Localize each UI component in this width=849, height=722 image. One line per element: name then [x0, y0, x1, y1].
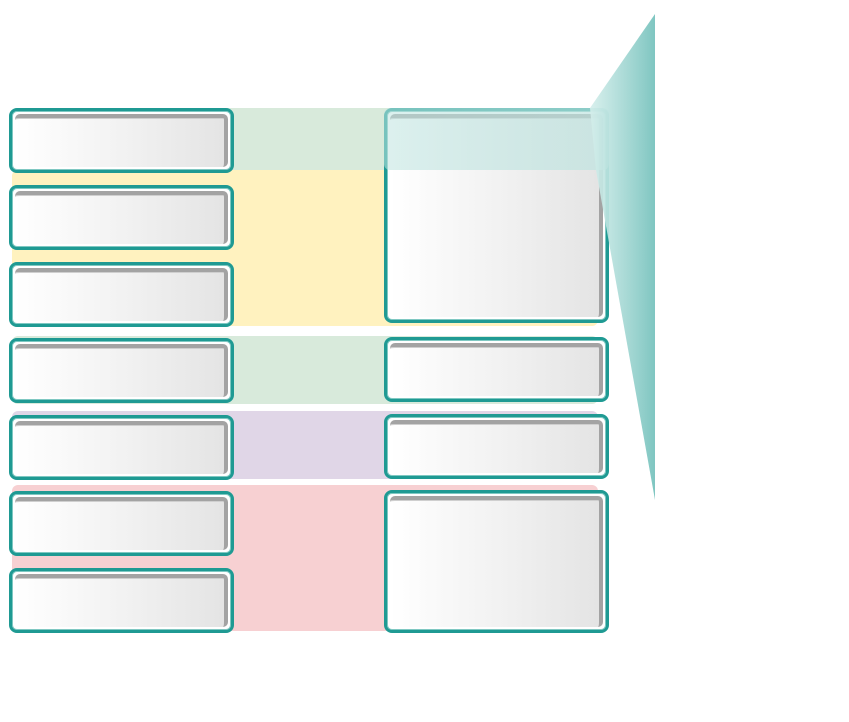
- callout-wedge: [384, 14, 655, 500]
- callout-highlight: [384, 108, 609, 170]
- callout-wedge-shape: [590, 14, 655, 500]
